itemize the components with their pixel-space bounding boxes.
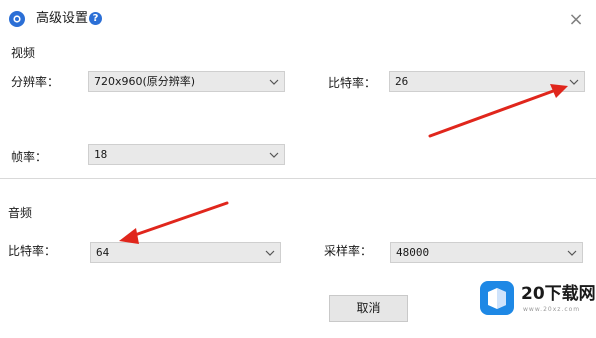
watermark-url: www.20xz.com bbox=[523, 306, 581, 313]
resolution-select[interactable]: 720x960(原分辨率) bbox=[88, 71, 285, 92]
audio-bitrate-label: 比特率： bbox=[8, 244, 57, 258]
chevron-down-icon bbox=[569, 79, 579, 85]
help-icon[interactable]: ? bbox=[89, 12, 102, 25]
audio-section-title: 音频 bbox=[8, 206, 33, 220]
dialog-title: 高级设置 bbox=[36, 11, 89, 26]
chevron-down-icon bbox=[269, 152, 279, 158]
audio-bitrate-value: 64 bbox=[96, 246, 110, 259]
samplerate-select[interactable]: 48000 bbox=[390, 242, 583, 263]
watermark: 20下载网 www.20xz.com bbox=[480, 278, 596, 326]
samplerate-label: 采样率： bbox=[324, 244, 373, 258]
gear-icon bbox=[9, 11, 25, 27]
chevron-down-icon bbox=[567, 250, 577, 256]
arrow-to-audio-bitrate bbox=[119, 201, 229, 244]
watermark-brand: 20下载网 bbox=[521, 284, 596, 304]
cancel-button[interactable]: 取消 bbox=[329, 295, 408, 322]
video-bitrate-label: 比特率： bbox=[328, 76, 377, 90]
chevron-down-icon bbox=[269, 79, 279, 85]
close-icon[interactable]: × bbox=[567, 11, 585, 29]
framerate-label: 帧率： bbox=[11, 150, 48, 164]
advanced-settings-dialog: 高级设置 ? × 视频 分辨率： 720x960(原分辨率) 比特率： 26 帧… bbox=[0, 0, 596, 338]
resolution-value: 720x960(原分辨率) bbox=[94, 75, 196, 88]
framerate-select[interactable]: 18 bbox=[88, 144, 285, 165]
video-bitrate-select[interactable]: 26 bbox=[389, 71, 585, 92]
section-divider bbox=[0, 178, 596, 179]
title-bar: 高级设置 ? × bbox=[0, 0, 596, 38]
resolution-label: 分辨率： bbox=[11, 75, 60, 89]
watermark-logo-icon bbox=[480, 281, 514, 315]
samplerate-value: 48000 bbox=[396, 246, 430, 259]
audio-bitrate-select[interactable]: 64 bbox=[90, 242, 281, 263]
video-section-title: 视频 bbox=[11, 46, 36, 60]
chevron-down-icon bbox=[265, 250, 275, 256]
video-bitrate-value: 26 bbox=[395, 75, 409, 88]
framerate-value: 18 bbox=[94, 148, 108, 161]
